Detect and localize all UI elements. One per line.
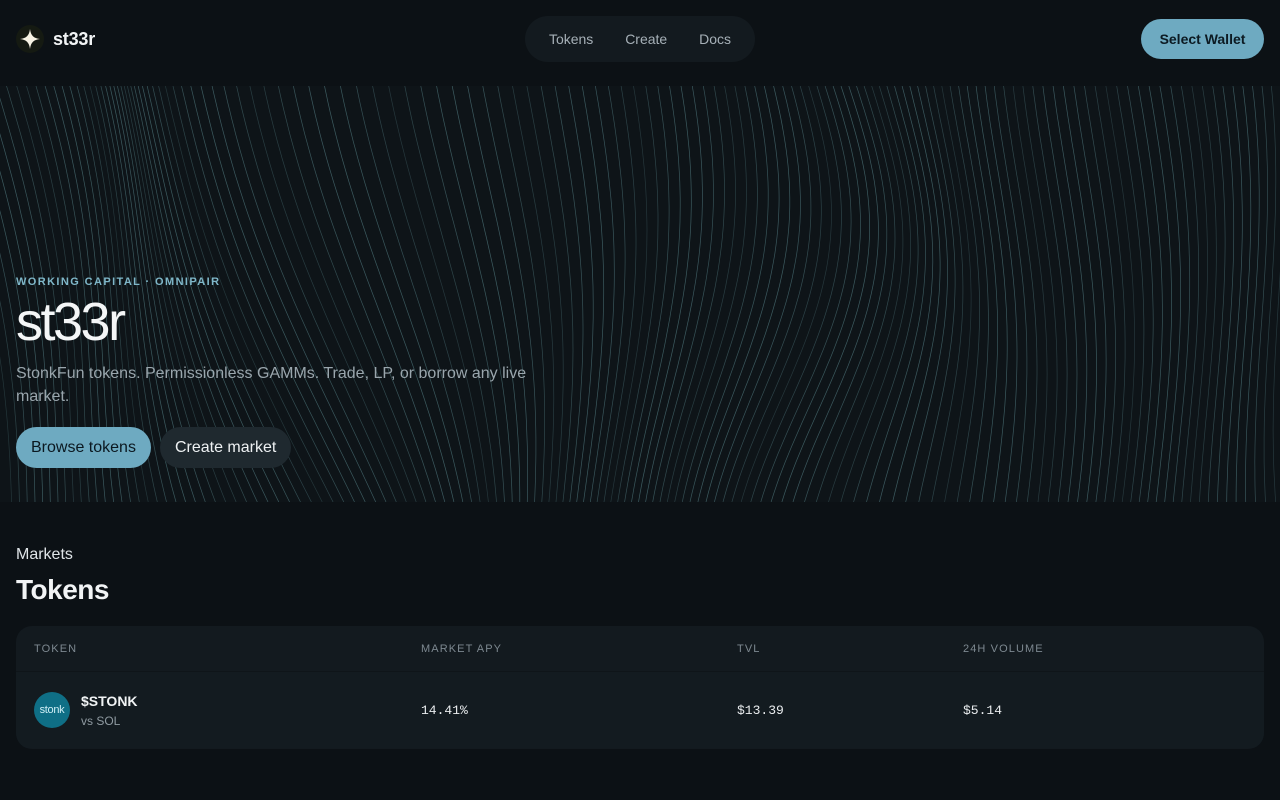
- wave-line: [617, 86, 659, 502]
- hero-subtitle: StonkFun tokens. Permissionless GAMMs. T…: [16, 365, 527, 405]
- column-header-market-apy[interactable]: MARKET APY: [421, 643, 502, 655]
- wave-line: [905, 86, 948, 502]
- wave-line: [1032, 86, 1068, 502]
- wave-line: [1063, 86, 1097, 502]
- wave-line: [853, 86, 919, 502]
- wave-line: [624, 86, 670, 502]
- wave-line: [1105, 86, 1135, 502]
- wave-line: [1127, 86, 1154, 502]
- brand-name: st33r: [53, 28, 96, 49]
- token-pair: vs SOL: [81, 713, 121, 728]
- wave-line: [603, 86, 637, 502]
- wave-line: [705, 86, 791, 502]
- wave-line: [815, 86, 896, 502]
- wave-line: [714, 86, 801, 502]
- wave-line: [689, 86, 769, 502]
- wave-line: [1042, 86, 1078, 502]
- wave-line: [770, 86, 861, 502]
- wave-line: [1094, 86, 1126, 502]
- wave-line: [0, 356, 12, 502]
- wave-line: [975, 86, 1008, 502]
- wave-line: [659, 86, 725, 502]
- token-avatar: stonk: [34, 692, 70, 728]
- wave-line: [674, 86, 747, 502]
- wave-line: [697, 86, 780, 502]
- wave-line: [828, 86, 904, 502]
- tvl-value: $13.39: [737, 702, 784, 718]
- create-market-button[interactable]: Create market: [159, 427, 292, 468]
- wave-line: [949, 86, 980, 502]
- wave-line: [1199, 86, 1217, 502]
- brand[interactable]: st33r: [16, 25, 95, 53]
- market-apy-value: 14.41%: [421, 702, 468, 718]
- wave-line: [638, 86, 692, 502]
- hero-actions: Browse tokens Create market: [16, 427, 576, 468]
- section-label: Markets: [16, 546, 73, 563]
- section-title: Tokens: [16, 574, 109, 605]
- hero-content: WORKING CAPITAL · OMNIPAIR st33r StonkFu…: [16, 276, 576, 468]
- hero-title: st33r: [16, 292, 126, 352]
- token-cell: stonk $STONK vs SOL: [34, 692, 138, 728]
- browse-tokens-button[interactable]: Browse tokens: [16, 427, 151, 468]
- table-header: TOKEN MARKET APY TVL 24H VOLUME: [16, 626, 1264, 672]
- markets-table: TOKEN MARKET APY TVL 24H VOLUME stonk $S…: [16, 626, 1264, 749]
- wave-line: [1137, 86, 1163, 502]
- nav-item-docs[interactable]: Docs: [691, 25, 739, 53]
- wave-line: [1226, 86, 1243, 502]
- main-nav: Tokens Create Docs: [525, 16, 755, 62]
- nav-item-create[interactable]: Create: [617, 25, 675, 53]
- token-name: $STONK: [81, 692, 138, 709]
- hero-section: WORKING CAPITAL · OMNIPAIR st33r StonkFu…: [0, 86, 1280, 502]
- top-header: st33r Tokens Create Docs Select Wallet: [0, 0, 1280, 78]
- sparkle-icon: [16, 25, 44, 53]
- wave-line: [1190, 86, 1208, 502]
- wave-line: [1217, 86, 1235, 502]
- wave-line: [1254, 86, 1268, 502]
- volume-value: $5.14: [963, 702, 1003, 718]
- column-header-24h-volume[interactable]: 24H VOLUME: [963, 643, 1044, 655]
- wave-line: [589, 86, 615, 502]
- wave-line: [1084, 86, 1117, 502]
- wave-line: [804, 86, 888, 502]
- column-header-tvl[interactable]: TVL: [737, 643, 760, 655]
- hero-eyebrow: WORKING CAPITAL · OMNIPAIR: [16, 276, 221, 288]
- wave-line: [781, 86, 870, 502]
- wave-line: [1073, 86, 1107, 502]
- wave-line: [631, 86, 681, 502]
- wave-line: [1272, 270, 1280, 502]
- column-header-token[interactable]: TOKEN: [34, 643, 77, 655]
- wave-line: [722, 86, 812, 502]
- nav-item-tokens[interactable]: Tokens: [541, 25, 601, 53]
- wave-line: [1170, 86, 1191, 502]
- table-row[interactable]: stonk $STONK vs SOL 14.41% $13.39 $5.14: [16, 672, 1264, 748]
- token-info: $STONK vs SOL: [81, 693, 138, 728]
- wave-line: [1235, 86, 1252, 502]
- wave-line: [1263, 86, 1277, 502]
- wave-line: [966, 86, 999, 502]
- wave-line: [1052, 86, 1088, 502]
- wave-line: [652, 86, 714, 502]
- wave-line: [596, 86, 626, 502]
- wave-line: [918, 86, 956, 502]
- select-wallet-button[interactable]: Select Wallet: [1141, 19, 1264, 59]
